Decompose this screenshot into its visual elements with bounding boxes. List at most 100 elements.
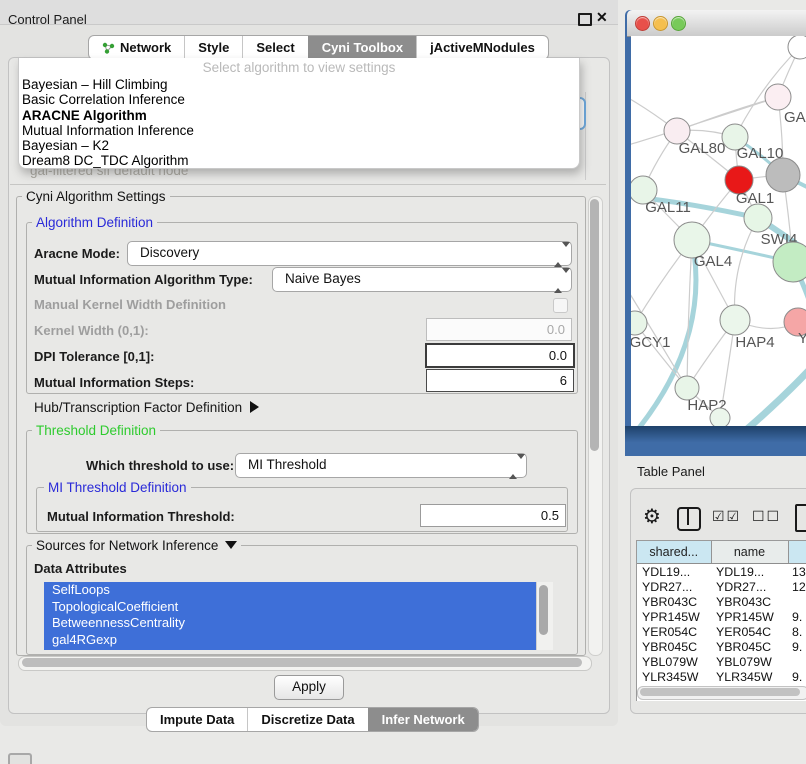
attribute-item-selfloops[interactable]: SelfLoops [44,582,536,599]
zoom-traffic-light-icon[interactable] [671,16,686,31]
mi-steps-field[interactable]: 6 [426,369,574,392]
table-row[interactable]: YBL079WYBL079W [637,654,806,669]
tab-jactivemnodules[interactable]: jActiveMNodules [416,36,548,59]
table-cell[interactable]: 9. [788,609,806,624]
apply-button[interactable]: Apply [274,675,344,700]
tab-label: jActiveMNodules [430,36,535,59]
table-cell[interactable]: YDR27... [711,579,788,594]
table-cell[interactable]: YBL079W [637,654,711,669]
kernel-width-field[interactable]: 0.0 [426,318,572,341]
algorithm-item-basic-correlation-inference[interactable]: Basic Correlation Inference [19,92,579,107]
mi-threshold-field[interactable]: 0.5 [420,504,566,527]
table-cell[interactable]: YBR045C [711,639,788,654]
table-cell[interactable]: YBR045C [637,639,711,654]
table-row[interactable]: YDL19...YDL19...13 [637,564,806,580]
bottom-tab-infer-network[interactable]: Infer Network [368,708,478,731]
tab-cyni-toolbox[interactable]: Cyni Toolbox [308,36,416,59]
table-cell[interactable]: 12 [788,579,806,594]
table-cell[interactable]: 9. [788,669,806,684]
table-row[interactable]: YPR145WYPR145W9. [637,609,806,624]
table-cell[interactable]: YPR145W [711,609,788,624]
mi-algorithm-type-combo[interactable]: Naive Bayes [272,267,572,292]
attribute-item-betweennesscentrality[interactable]: BetweennessCentrality [44,615,536,632]
minimize-traffic-light-icon[interactable] [653,16,668,31]
file-icon[interactable] [795,504,806,532]
tab-network[interactable]: Network [89,36,184,59]
bottom-tab-discretize-data[interactable]: Discretize Data [247,708,367,731]
table-cell[interactable]: YPR145W [637,609,711,624]
tab-style[interactable]: Style [184,36,242,59]
manual-kernel-width-checkbox[interactable] [553,298,568,313]
deselect-all-icon[interactable]: ☐☐ [752,509,781,525]
network-node[interactable] [710,408,730,426]
network-edge[interactable] [631,97,778,146]
table-cell[interactable]: YBR043C [637,594,711,609]
gear-icon[interactable]: ⚙ [643,504,661,528]
which-threshold-combo[interactable]: MI Threshold [235,453,527,478]
table-cell[interactable]: 8. [788,624,806,639]
network-node-gal[interactable] [765,84,791,110]
attribute-item-gal4rgexp[interactable]: gal4RGexp [44,632,536,649]
table-cell[interactable] [788,594,806,609]
table-cell[interactable]: YBL079W [711,654,788,669]
column-header-shared-[interactable]: shared... [637,541,711,564]
algorithm-item-aracne-algorithm[interactable]: ARACNE Algorithm [19,108,579,123]
close-icon[interactable]: ✕ [596,9,608,26]
mi-threshold-label: Mutual Information Threshold: [47,509,235,524]
table-cell[interactable]: YLR345W [637,669,711,684]
tab-select[interactable]: Select [242,36,307,59]
settings-horizontal-scrollbar-thumb[interactable] [22,658,582,667]
table-cell[interactable]: 9. [788,639,806,654]
table-cell[interactable]: YER054C [711,624,788,639]
column-header-name[interactable]: name [711,541,788,564]
algorithm-item-bayesian-k2[interactable]: Bayesian – K2 [19,138,579,153]
network-icon [102,42,115,54]
table-cell[interactable]: YER054C [637,624,711,639]
attribute-item-topologicalcoefficient[interactable]: TopologicalCoefficient [44,599,536,616]
network-edge[interactable] [734,218,758,320]
table-row[interactable]: YER054CYER054C8. [637,624,806,639]
algorithm-item-mutual-information-inference[interactable]: Mutual Information Inference [19,123,579,138]
hub-transcription-expander[interactable]: Hub/Transcription Factor Definition [34,400,259,415]
table-cell[interactable]: YLR345W [711,669,788,684]
table-row[interactable]: YDR27...YDR27...12 [637,579,806,594]
sources-group-title[interactable]: Sources for Network Inference [32,538,241,553]
column-header-a[interactable]: A [788,541,806,564]
table-cell[interactable]: YDL19... [637,564,711,580]
network-node[interactable] [766,158,800,192]
algorithm-item-bayesian-hill-climbing[interactable]: Bayesian – Hill Climbing [19,77,579,92]
aracne-mode-combo[interactable]: Discovery [127,241,572,266]
table-cell[interactable]: YDR27... [637,579,711,594]
hub-expander-label: Hub/Transcription Factor Definition [34,400,242,415]
close-traffic-light-icon[interactable] [635,16,650,31]
node-label-gal4: GAL4 [694,253,732,270]
float-window-icon[interactable] [578,13,592,26]
dpi-tolerance-field[interactable]: 0.0 [425,343,575,368]
attributes-scrollbar-thumb[interactable] [539,585,548,635]
table-row[interactable]: YBR043CYBR043C [637,594,806,609]
split-columns-icon[interactable] [677,507,701,531]
network-node[interactable] [788,36,806,59]
network-node-hap4[interactable] [720,305,750,335]
table-cell[interactable]: YDL19... [711,564,788,580]
select-all-icon[interactable]: ☑☑ [712,509,741,525]
network-node[interactable] [773,242,806,282]
network-window-border [625,426,806,456]
table-horizontal-scrollbar-thumb[interactable] [640,688,800,696]
minimized-panel-stub[interactable] [8,753,32,764]
table-cell[interactable]: YBR043C [711,594,788,609]
table-row[interactable]: YBR045CYBR045C9. [637,639,806,654]
table-cell[interactable] [788,654,806,669]
network-node-gcy1[interactable] [631,311,647,335]
network-edge[interactable] [746,366,806,426]
settings-vertical-scrollbar-thumb[interactable] [590,199,599,451]
table-row[interactable]: YLR345WYLR345W9. [637,669,806,684]
manual-kernel-width-label: Manual Kernel Width Definition [34,297,226,312]
collapse-down-icon [225,541,237,549]
network-node-swi4[interactable] [744,204,772,232]
algorithm-item-dream8-dc-tdc-algorithm[interactable]: Dream8 DC_TDC Algorithm [19,153,579,168]
split-columns-icon-divider [687,509,689,525]
table-cell[interactable]: 13 [788,564,806,580]
bottom-tab-impute-data[interactable]: Impute Data [147,708,247,731]
network-canvas[interactable]: GALGAL80GAL10GAL1GAL11SWI4GAL4GCY1HAP4YH… [631,36,806,426]
